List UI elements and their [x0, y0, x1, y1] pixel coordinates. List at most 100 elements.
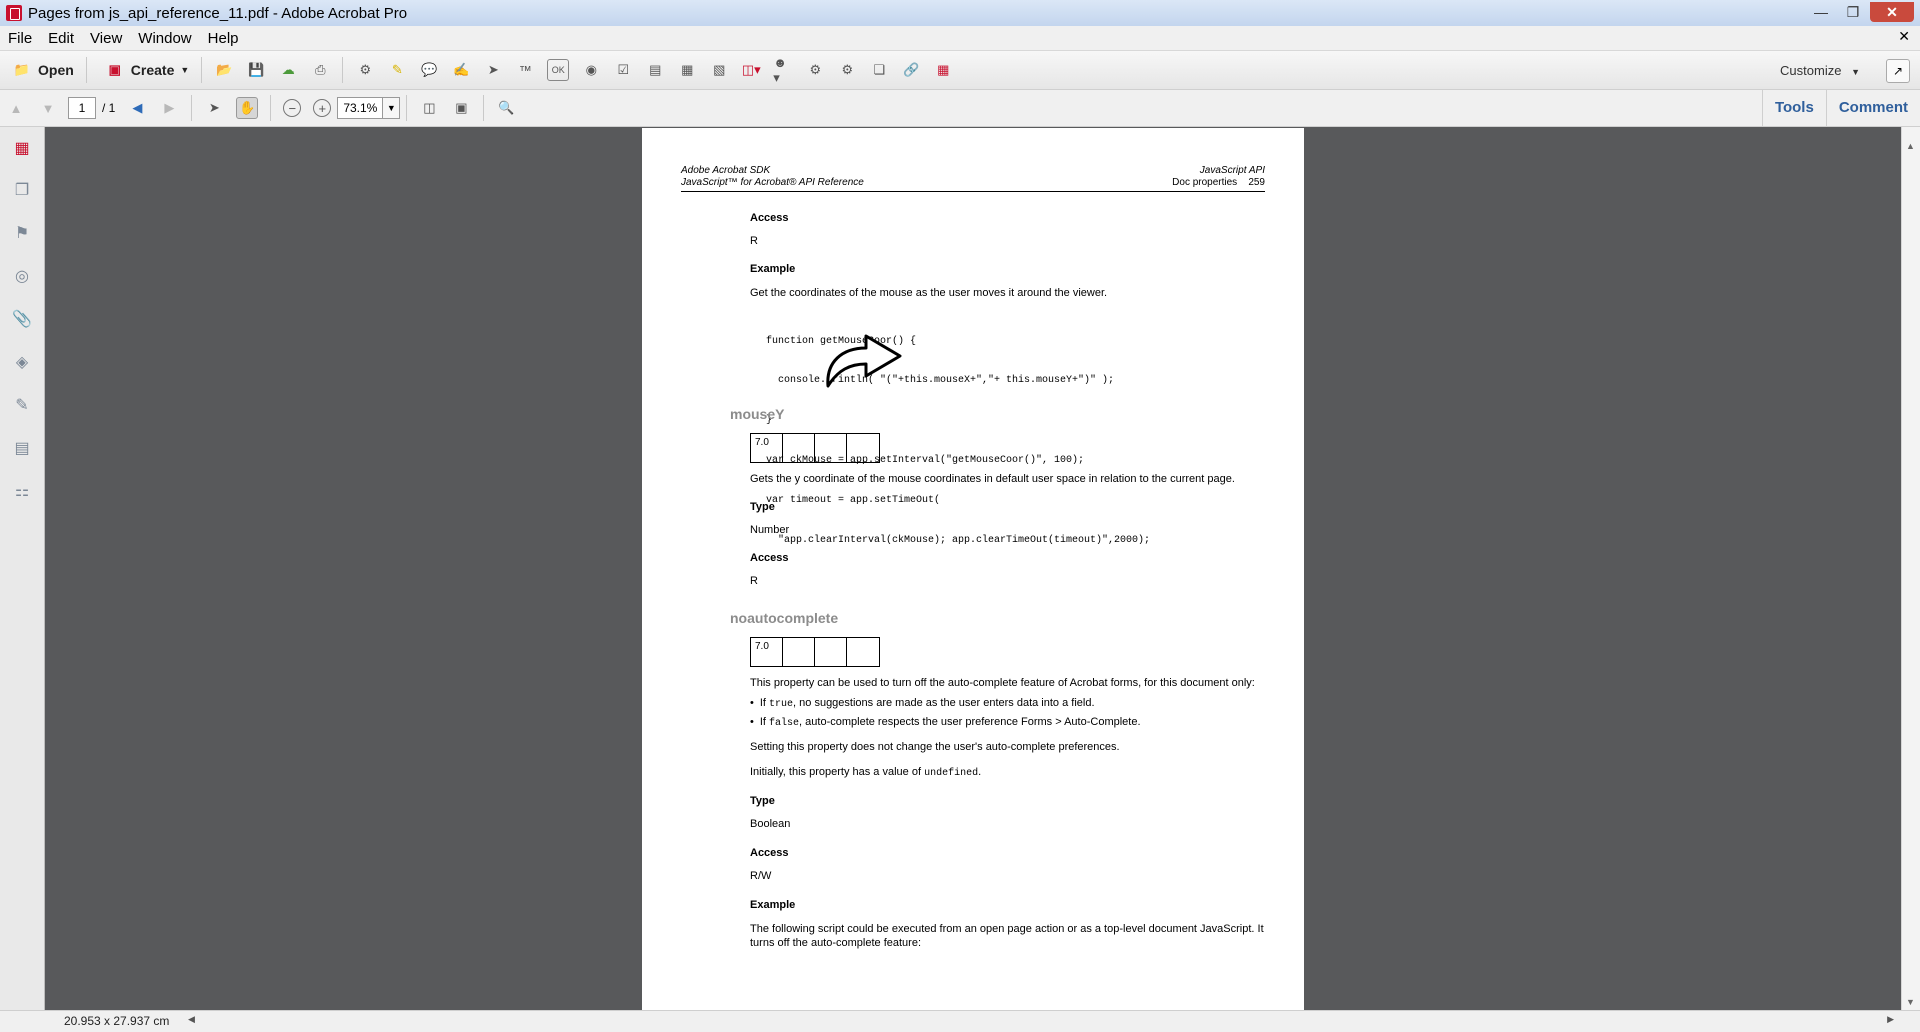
content-editing-icon[interactable]: ✎: [11, 394, 33, 416]
open-label: Open: [38, 62, 74, 78]
toolbar-separator: [270, 95, 272, 121]
scroll-up-icon[interactable]: ▲: [1906, 141, 1915, 151]
attachments-icon[interactable]: 📎: [11, 308, 33, 330]
sign-icon[interactable]: ✍: [451, 60, 471, 80]
access-heading: Access: [750, 552, 789, 564]
minimize-button[interactable]: —: [1806, 2, 1836, 22]
signatures-icon[interactable]: ◎: [11, 265, 33, 287]
create-pdf-icon: ▣: [108, 62, 121, 77]
scroll-down-icon[interactable]: ▼: [1906, 997, 1915, 1007]
bullet-text: If: [759, 716, 770, 728]
navigation-pane: ▦ ❐ ⚑ ◎ 📎 ◈ ✎ ▤ ⚏: [0, 127, 45, 1011]
fit-width-icon[interactable]: ▣: [451, 98, 471, 118]
page-thumbnails-icon[interactable]: ❐: [11, 179, 33, 201]
example-text: Get the coordinates of the mouse as the …: [750, 287, 1108, 299]
close-document-icon[interactable]: ✕: [1898, 28, 1910, 45]
open-folder-icon[interactable]: 📂: [214, 60, 234, 80]
code-line: "app.clearInterval(ckMouse); app.clearTi…: [766, 535, 1151, 547]
version-table: 7.0: [750, 433, 880, 463]
setting-text: Setting this property does not change th…: [750, 741, 1120, 753]
customize-menu[interactable]: Customize ▼: [1780, 63, 1860, 78]
menu-help[interactable]: Help: [200, 30, 247, 47]
next-page-icon[interactable]: ▼: [38, 98, 58, 118]
digital-signature-icon[interactable]: ▧: [709, 60, 729, 80]
customize-label: Customize: [1780, 63, 1842, 78]
pdf-portfolio-icon[interactable]: ▦: [11, 137, 33, 159]
type-heading: Type: [750, 795, 775, 807]
chevron-down-icon: ▼: [1851, 67, 1860, 77]
window-controls: — ❐ ✕: [1806, 2, 1914, 22]
pages-icon[interactable]: ❏: [869, 60, 889, 80]
menu-edit[interactable]: Edit: [40, 30, 82, 47]
header-section-name: Doc properties: [1172, 177, 1238, 188]
page-content-icon[interactable]: ▤: [11, 437, 33, 459]
list-item: If false, auto-complete respects the use…: [750, 716, 1141, 729]
create-button[interactable]: ▣ Create ▼: [93, 56, 196, 84]
create-label: Create: [130, 62, 175, 78]
save-icon[interactable]: 💾: [246, 60, 266, 80]
tab-comment[interactable]: Comment: [1825, 90, 1920, 126]
document-properties-icon[interactable]: ⚙: [837, 60, 857, 80]
toolbox-icon[interactable]: ◫▾: [741, 60, 761, 80]
type-heading: Type: [750, 501, 775, 513]
list-item: If true, no suggestions are made as the …: [750, 697, 1095, 710]
layers-icon[interactable]: ◈: [11, 351, 33, 373]
version-cell: 7.0: [751, 638, 783, 666]
tags-icon[interactable]: ⚏: [11, 480, 33, 502]
open-button[interactable]: 📁 Open: [0, 56, 80, 84]
zoom-level-input[interactable]: 73.1%: [337, 97, 384, 119]
scroll-left-icon[interactable]: ◀: [188, 1014, 195, 1025]
hand-tool-icon[interactable]: ✋: [236, 97, 259, 119]
settings-gear-icon[interactable]: ⚙: [355, 60, 375, 80]
ok-button-icon[interactable]: OK: [547, 59, 570, 81]
previous-view-icon[interactable]: ◀: [127, 98, 147, 118]
folder-icon: 📁: [13, 62, 31, 77]
access-value: R/W: [750, 870, 772, 882]
bullet-code: true: [769, 699, 794, 710]
select-arrow-icon[interactable]: ➤: [483, 60, 503, 80]
bookmarks-icon[interactable]: ⚑: [11, 222, 33, 244]
menu-bar: File Edit View Window Help ✕: [0, 26, 1920, 51]
tab-tools[interactable]: Tools: [1761, 90, 1826, 126]
zoom-in-icon[interactable]: +: [313, 99, 332, 117]
zoom-out-icon[interactable]: −: [283, 99, 302, 117]
link-icon[interactable]: 🔗: [901, 60, 921, 80]
page-number: 259: [1248, 177, 1265, 188]
previous-page-icon[interactable]: ▲: [6, 98, 26, 118]
bullet-text: If: [759, 697, 770, 709]
text-field-icon[interactable]: ™: [515, 60, 535, 80]
menu-file[interactable]: File: [0, 30, 40, 47]
document-settings-icon[interactable]: ⚙: [805, 60, 825, 80]
restore-button[interactable]: ❐: [1838, 2, 1868, 22]
zoom-dropdown-icon[interactable]: ▼: [383, 97, 401, 119]
pdf-page: Adobe Acrobat SDK JavaScript™ for Acroba…: [642, 128, 1304, 1010]
next-view-icon[interactable]: ▶: [159, 98, 179, 118]
search-icon[interactable]: 🔍: [496, 98, 516, 118]
header-section: Doc properties 259: [1172, 177, 1265, 189]
noautocomplete-description: This property can be used to turn off th…: [750, 677, 1255, 689]
vertical-scrollbar[interactable]: ▲ ▼: [1901, 127, 1920, 1011]
type-value: Number: [750, 524, 790, 536]
scroll-right-icon[interactable]: ▶: [1887, 1014, 1894, 1025]
menu-view[interactable]: View: [82, 30, 130, 47]
page-number-input[interactable]: 1: [68, 97, 96, 119]
main-toolbar: 📁 Open ▣ Create ▼ 📂 💾 ☁ ⎙ ⚙ ✎ 💬 ✍ ➤ ™ OK…: [0, 51, 1920, 90]
select-tool-icon[interactable]: ➤: [204, 98, 224, 118]
sticky-note-icon[interactable]: 💬: [419, 60, 439, 80]
menu-window[interactable]: Window: [130, 30, 199, 47]
version-cell-empty: [783, 434, 815, 462]
pdf-export-icon[interactable]: ▦: [933, 60, 953, 80]
print-icon[interactable]: ⎙: [310, 60, 330, 80]
user-icon[interactable]: ☻▾: [773, 55, 793, 85]
upload-cloud-icon[interactable]: ☁: [278, 60, 298, 80]
highlight-icon[interactable]: ✎: [387, 60, 407, 80]
close-window-button[interactable]: ✕: [1870, 2, 1914, 22]
combo-box-icon[interactable]: ▦: [677, 60, 697, 80]
expand-icon[interactable]: ↗: [1886, 59, 1910, 83]
page-total: / 1: [102, 101, 116, 115]
radio-button-icon[interactable]: ◉: [581, 60, 601, 80]
checkbox-icon[interactable]: ☑: [613, 60, 633, 80]
fit-page-icon[interactable]: ◫: [419, 98, 439, 118]
list-box-icon[interactable]: ▤: [645, 60, 665, 80]
version-cell-empty: [847, 638, 879, 666]
